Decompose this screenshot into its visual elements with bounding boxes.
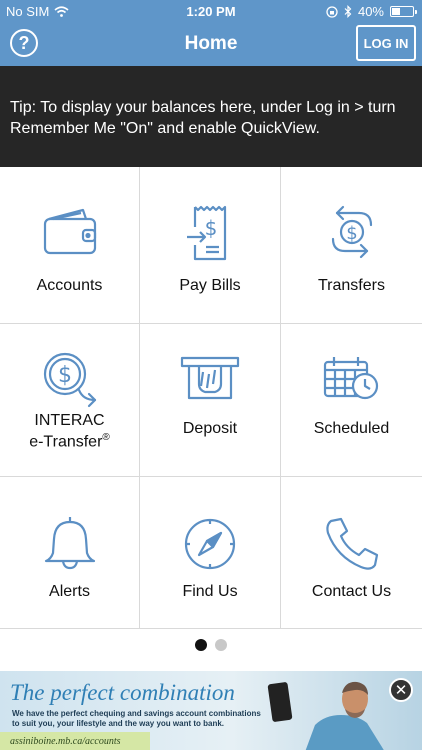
menu-label-alerts: Alerts (49, 583, 90, 600)
etransfer-icon: $ (39, 348, 101, 410)
nav-bar: ? Home LOG IN (0, 22, 422, 66)
ad-url[interactable]: assiniboine.mb.ca/accounts (0, 732, 150, 750)
ad-headline: The perfect combination (10, 680, 235, 705)
page-dot-1[interactable] (195, 639, 207, 651)
bill-icon: $ (179, 201, 241, 263)
svg-text:$: $ (58, 363, 72, 388)
deposit-icon (179, 348, 241, 410)
menu-tile-transfers[interactable]: $ Transfers (281, 167, 422, 324)
calendar-clock-icon (321, 348, 383, 410)
menu-label-transfers: Transfers (318, 277, 385, 294)
registered-mark: ® (102, 432, 110, 443)
tip-banner: Tip: To display your balances here, unde… (0, 66, 422, 167)
menu-tile-alerts[interactable]: Alerts (0, 477, 140, 629)
phone-icon (321, 513, 383, 575)
ad-phone-image (267, 681, 293, 723)
status-right: 40% (326, 4, 417, 19)
battery-icon (390, 6, 417, 17)
bluetooth-icon (344, 5, 352, 18)
wallet-icon (39, 201, 101, 263)
menu-tile-etransfer[interactable]: $ INTERAC e-Transfer® (0, 324, 140, 477)
menu-label-accounts: Accounts (36, 277, 103, 294)
status-bar: No SIM 1:20 PM 40% (0, 0, 422, 22)
bell-icon (39, 513, 101, 575)
page-dot-2[interactable] (215, 639, 227, 651)
menu-label-scheduled: Scheduled (313, 420, 390, 437)
menu-label-contact-us: Contact Us (311, 583, 392, 600)
page-indicator[interactable] (0, 639, 422, 651)
menu-label-deposit: Deposit (182, 420, 238, 437)
menu-grid: Accounts $ Pay Bills $ Transfers $ INTER… (0, 167, 422, 629)
ad-subtext: We have the perfect chequing and savings… (12, 709, 261, 728)
svg-text:$: $ (205, 216, 218, 240)
menu-tile-contact-us[interactable]: Contact Us (281, 477, 422, 629)
menu-label-etransfer-line2-wrap: e-Transfer® (0, 429, 139, 450)
compass-icon (179, 513, 241, 575)
menu-tile-scheduled[interactable]: Scheduled (281, 324, 422, 477)
menu-label-etransfer: INTERAC e-Transfer® (0, 412, 139, 450)
tip-text: Tip: To display your balances here, unde… (10, 99, 396, 137)
menu-label-etransfer-line2: e-Transfer (29, 433, 103, 451)
menu-tile-find-us[interactable]: Find Us (140, 477, 281, 629)
ad-close-button[interactable]: ✕ (389, 678, 413, 702)
menu-tile-pay-bills[interactable]: $ Pay Bills (140, 167, 281, 324)
menu-tile-deposit[interactable]: Deposit (140, 324, 281, 477)
transfer-icon: $ (321, 201, 383, 263)
svg-text:$: $ (346, 223, 357, 244)
battery-percent: 40% (357, 4, 384, 19)
orientation-lock-icon (326, 5, 338, 18)
ad-banner[interactable]: The perfect combination We have the perf… (0, 671, 422, 750)
menu-label-etransfer-line1: INTERAC (34, 412, 105, 429)
login-button[interactable]: LOG IN (356, 25, 416, 61)
menu-label-pay-bills: Pay Bills (179, 277, 241, 294)
ad-person-image (305, 681, 384, 750)
menu-tile-accounts[interactable]: Accounts (0, 167, 140, 324)
menu-label-find-us: Find Us (182, 583, 238, 600)
